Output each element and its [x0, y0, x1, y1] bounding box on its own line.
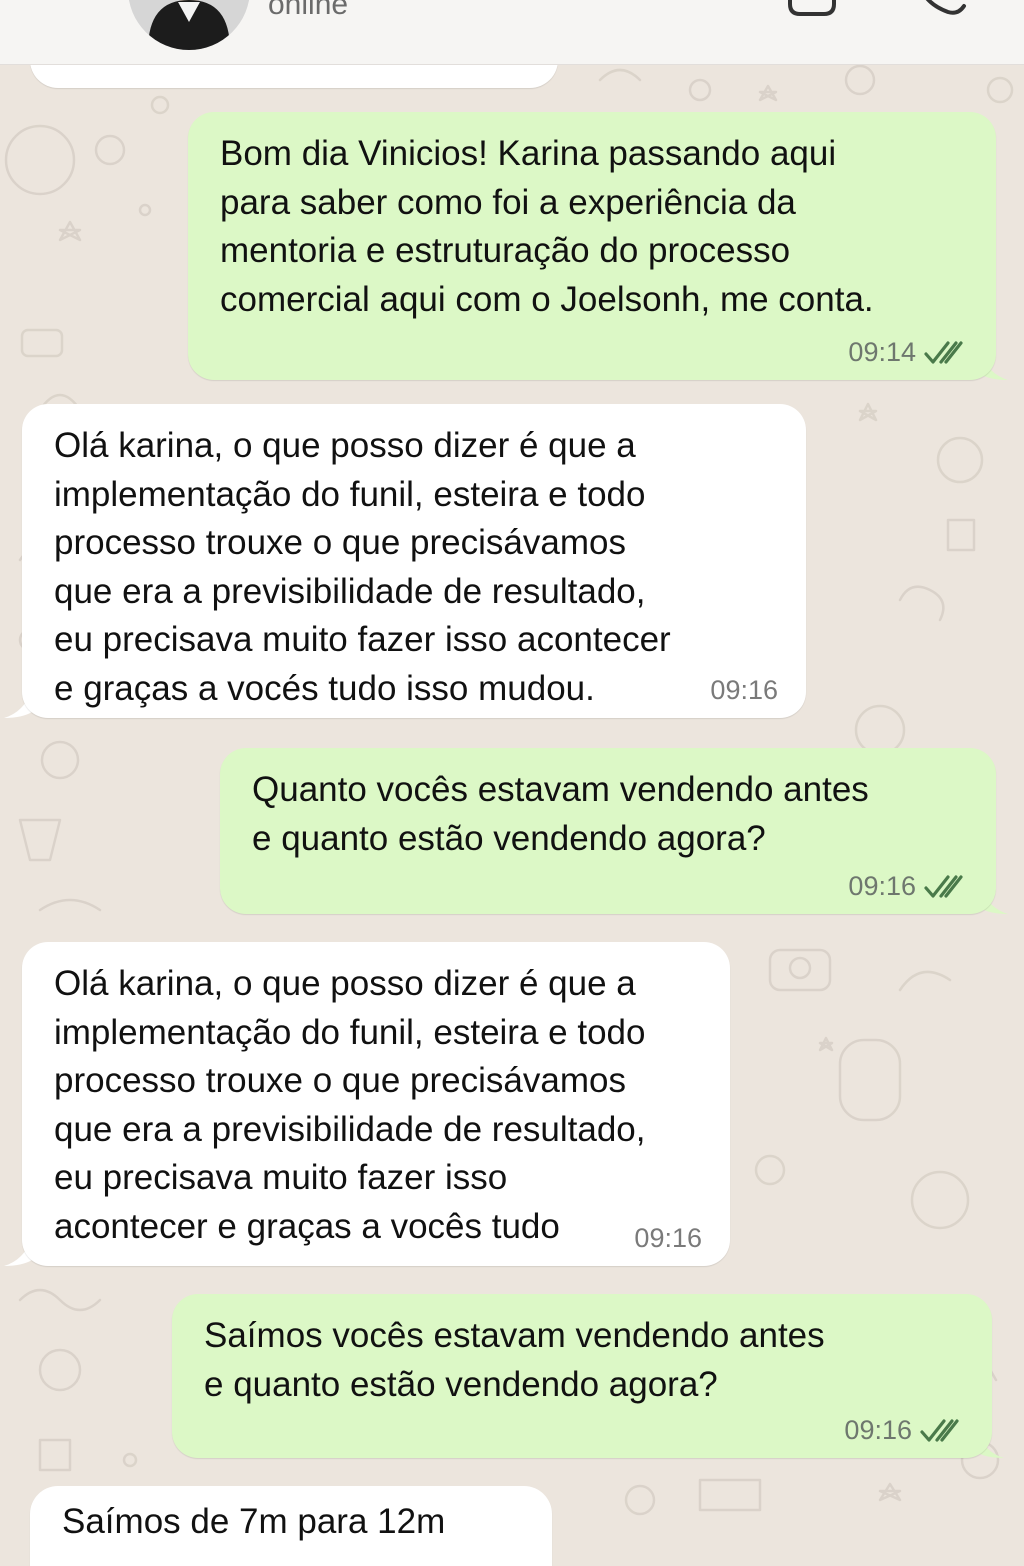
message-bubble-outgoing[interactable]: Quanto vocês estavam vendendo antes e qu… — [220, 748, 996, 914]
contact-avatar[interactable] — [128, 0, 250, 50]
phone-call-icon[interactable] — [912, 0, 972, 20]
message-text: Bom dia Vinicios! Karina passando aqui p… — [220, 134, 874, 319]
person-icon — [128, 0, 250, 50]
message-time: 09:14 — [848, 337, 916, 367]
double-check-icon — [920, 1418, 959, 1442]
message-bubble-incoming[interactable]: Olá karina, o que posso dizer é que a im… — [22, 404, 806, 718]
message-bubble-outgoing[interactable]: Saímos vocês estavam vendendo antes e qu… — [172, 1294, 992, 1458]
message-bubble-incoming[interactable]: Saímos de 7m para 12m — [30, 1486, 552, 1566]
message-time: 09:16 — [634, 1223, 702, 1253]
double-check-icon — [924, 340, 963, 364]
contact-status: online — [268, 0, 349, 21]
video-call-icon[interactable] — [786, 0, 846, 20]
message-time: 09:16 — [848, 871, 916, 901]
message-bubble-outgoing[interactable]: Bom dia Vinicios! Karina passando aqui p… — [188, 112, 996, 380]
message-meta: 09:16 — [710, 675, 778, 706]
message-time: 09:16 — [844, 1415, 912, 1445]
message-meta: 09:16 — [844, 1415, 964, 1446]
message-meta: 09:16 — [634, 1223, 702, 1254]
double-check-icon — [924, 874, 963, 898]
message-text: Olá karina, o que posso dizer é que a im… — [54, 426, 671, 708]
message-text: Saímos de 7m para 12m — [62, 1502, 446, 1541]
chat-header: online — [0, 0, 1024, 65]
message-meta: 09:14 — [848, 337, 968, 368]
message-time: 09:16 — [710, 675, 778, 705]
message-text: Olá karina, o que posso dizer é que a im… — [54, 964, 646, 1246]
message-meta: 09:16 — [848, 871, 968, 902]
message-text: Quanto vocês estavam vendendo antes e qu… — [252, 770, 869, 858]
message-text: Saímos vocês estavam vendendo antes e qu… — [204, 1316, 825, 1404]
message-bubble-incoming[interactable]: Olá karina, o que posso dizer é que a im… — [22, 942, 730, 1266]
